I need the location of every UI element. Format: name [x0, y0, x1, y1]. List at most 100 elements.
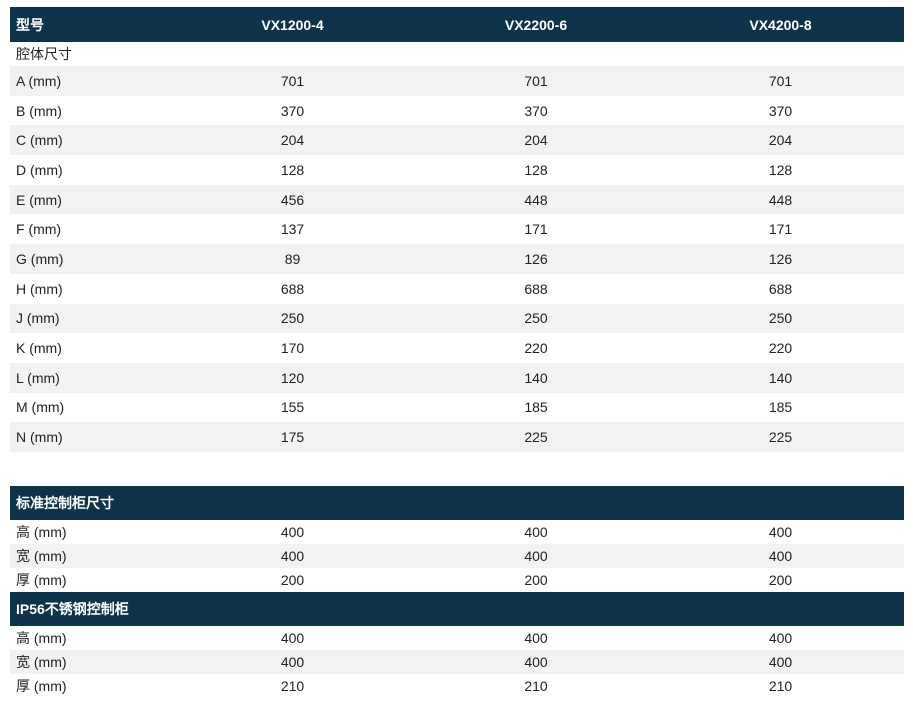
table-cell: 225	[524, 429, 548, 446]
row-label: 高 (mm)	[16, 629, 67, 646]
table-cell: 400	[768, 523, 793, 540]
table-cell: 370	[768, 102, 793, 119]
table-cell: 688	[768, 280, 793, 297]
table-cell: 140	[524, 369, 548, 386]
table-cell: 400	[524, 653, 548, 670]
table-cell: 400	[768, 629, 793, 646]
table-row: K (mm) 170 220 220	[10, 333, 904, 363]
standard-cabinet-rows: 高 (mm) 400 400 400 宽 (mm) 400 400 400 厚 (mm) 200 2…	[10, 520, 904, 592]
ip56-cabinet-header: IP56不锈钢控制柜	[10, 591, 904, 626]
table-cell: 155	[280, 399, 305, 416]
table-row: 宽 (mm) 400 400 400	[10, 649, 904, 674]
table-cell: 448	[524, 191, 548, 208]
table-cell: 250	[280, 310, 305, 327]
table-cell: 175	[280, 429, 305, 446]
table-cell: 128	[768, 161, 793, 178]
table-cell: 200	[524, 571, 548, 588]
table-cell: 220	[524, 340, 548, 357]
table-cell: 210	[280, 677, 305, 694]
chamber-section-title: 腔体尺寸	[16, 46, 72, 62]
table-row: C (mm) 204 204 204	[10, 125, 904, 156]
table-cell: 170	[280, 340, 305, 357]
table-cell: 701	[280, 72, 305, 89]
model-label: 型号	[16, 16, 44, 33]
row-label: L (mm)	[16, 369, 60, 386]
table-cell: 200	[280, 571, 305, 588]
table-cell: 688	[280, 280, 305, 297]
table-cell: 120	[280, 369, 305, 386]
row-label: 厚 (mm)	[16, 571, 67, 588]
row-label: M (mm)	[16, 399, 65, 416]
table-cell: 128	[524, 161, 548, 178]
table-row: 高 (mm) 400 400 400	[10, 520, 904, 544]
table-cell: 456	[280, 191, 305, 208]
table-cell: 140	[768, 369, 793, 386]
table-cell: 126	[524, 250, 548, 267]
standard-cabinet-title: 标准控制柜尺寸	[16, 494, 114, 511]
row-label: C (mm)	[16, 132, 63, 149]
ip56-cabinet-rows: 高 (mm) 400 400 400 宽 (mm) 400 400 400 厚 (mm) 210 2…	[10, 626, 904, 698]
table-cell: 126	[768, 250, 793, 267]
table-cell: 250	[768, 310, 793, 327]
table-row: E (mm) 456 448 448	[10, 184, 904, 215]
table-cell: 400	[524, 523, 548, 540]
table-cell: 171	[524, 221, 548, 238]
row-label: K (mm)	[16, 340, 62, 357]
table-cell: 400	[280, 547, 305, 564]
table-row: M (mm) 155 185 185	[10, 393, 904, 423]
table-cell: 688	[524, 280, 548, 297]
table-cell: 204	[768, 132, 793, 149]
table-cell: 400	[768, 547, 793, 564]
table-cell: 89	[284, 250, 301, 267]
table-cell: 400	[524, 547, 548, 564]
table-cell: 701	[524, 72, 548, 89]
table-row: L (mm) 120 140 140	[10, 362, 904, 393]
row-label: F (mm)	[16, 221, 62, 238]
row-label: G (mm)	[16, 250, 64, 267]
table-cell: 400	[280, 629, 305, 646]
table-cell: 185	[524, 399, 548, 416]
row-label: 厚 (mm)	[16, 677, 67, 694]
table-row: F (mm) 137 171 171	[10, 214, 904, 244]
row-label: J (mm)	[16, 310, 60, 327]
table-cell: 400	[280, 523, 305, 540]
table-cell: 210	[768, 677, 793, 694]
table-row: G (mm) 89 126 126	[10, 244, 904, 274]
row-label: D (mm)	[16, 161, 63, 178]
section-title-row: 腔体尺寸	[10, 42, 904, 66]
ip56-cabinet-title: IP56不锈钢控制柜	[16, 600, 129, 617]
table-cell: 701	[768, 72, 793, 89]
row-label: 宽 (mm)	[16, 653, 67, 670]
table-row: H (mm) 688 688 688	[10, 274, 904, 304]
row-label: E (mm)	[16, 191, 62, 208]
table-row: 厚 (mm) 200 200 200	[10, 568, 904, 592]
table-row: J (mm) 250 250 250	[10, 303, 904, 334]
table-row: B (mm) 370 370 370	[10, 96, 904, 126]
table-cell: 200	[768, 571, 793, 588]
table-row: A (mm) 701 701 701	[10, 66, 904, 96]
table-cell: 370	[524, 102, 548, 119]
table-row: 高 (mm) 400 400 400	[10, 626, 904, 650]
table-header-row: 型号 VX1200-4 VX2200-6 VX4200-8	[10, 7, 904, 42]
column-header-vx2200: VX2200-6	[504, 16, 568, 33]
table-cell: 400	[768, 653, 793, 670]
table-cell: 400	[524, 629, 548, 646]
table-row: 宽 (mm) 400 400 400	[10, 543, 904, 568]
table-row: N (mm) 175 225 225	[10, 422, 904, 452]
row-label: 宽 (mm)	[16, 547, 67, 564]
chamber-rows: A (mm) 701 701 701 B (mm) 370 370 370 C (mm) 204 2…	[10, 66, 904, 452]
table-cell: 370	[280, 102, 305, 119]
row-label: N (mm)	[16, 429, 63, 446]
table-cell: 137	[280, 221, 305, 238]
row-label: 高 (mm)	[16, 523, 67, 540]
table-cell: 204	[280, 132, 305, 149]
table-cell: 210	[524, 677, 548, 694]
table-cell: 185	[768, 399, 793, 416]
table-cell: 220	[768, 340, 793, 357]
table-row: 厚 (mm) 210 210 210	[10, 674, 904, 698]
row-label: B (mm)	[16, 102, 62, 119]
standard-cabinet-header: 标准控制柜尺寸	[10, 485, 904, 520]
table-cell: 171	[768, 221, 793, 238]
table-cell: 250	[524, 310, 548, 327]
